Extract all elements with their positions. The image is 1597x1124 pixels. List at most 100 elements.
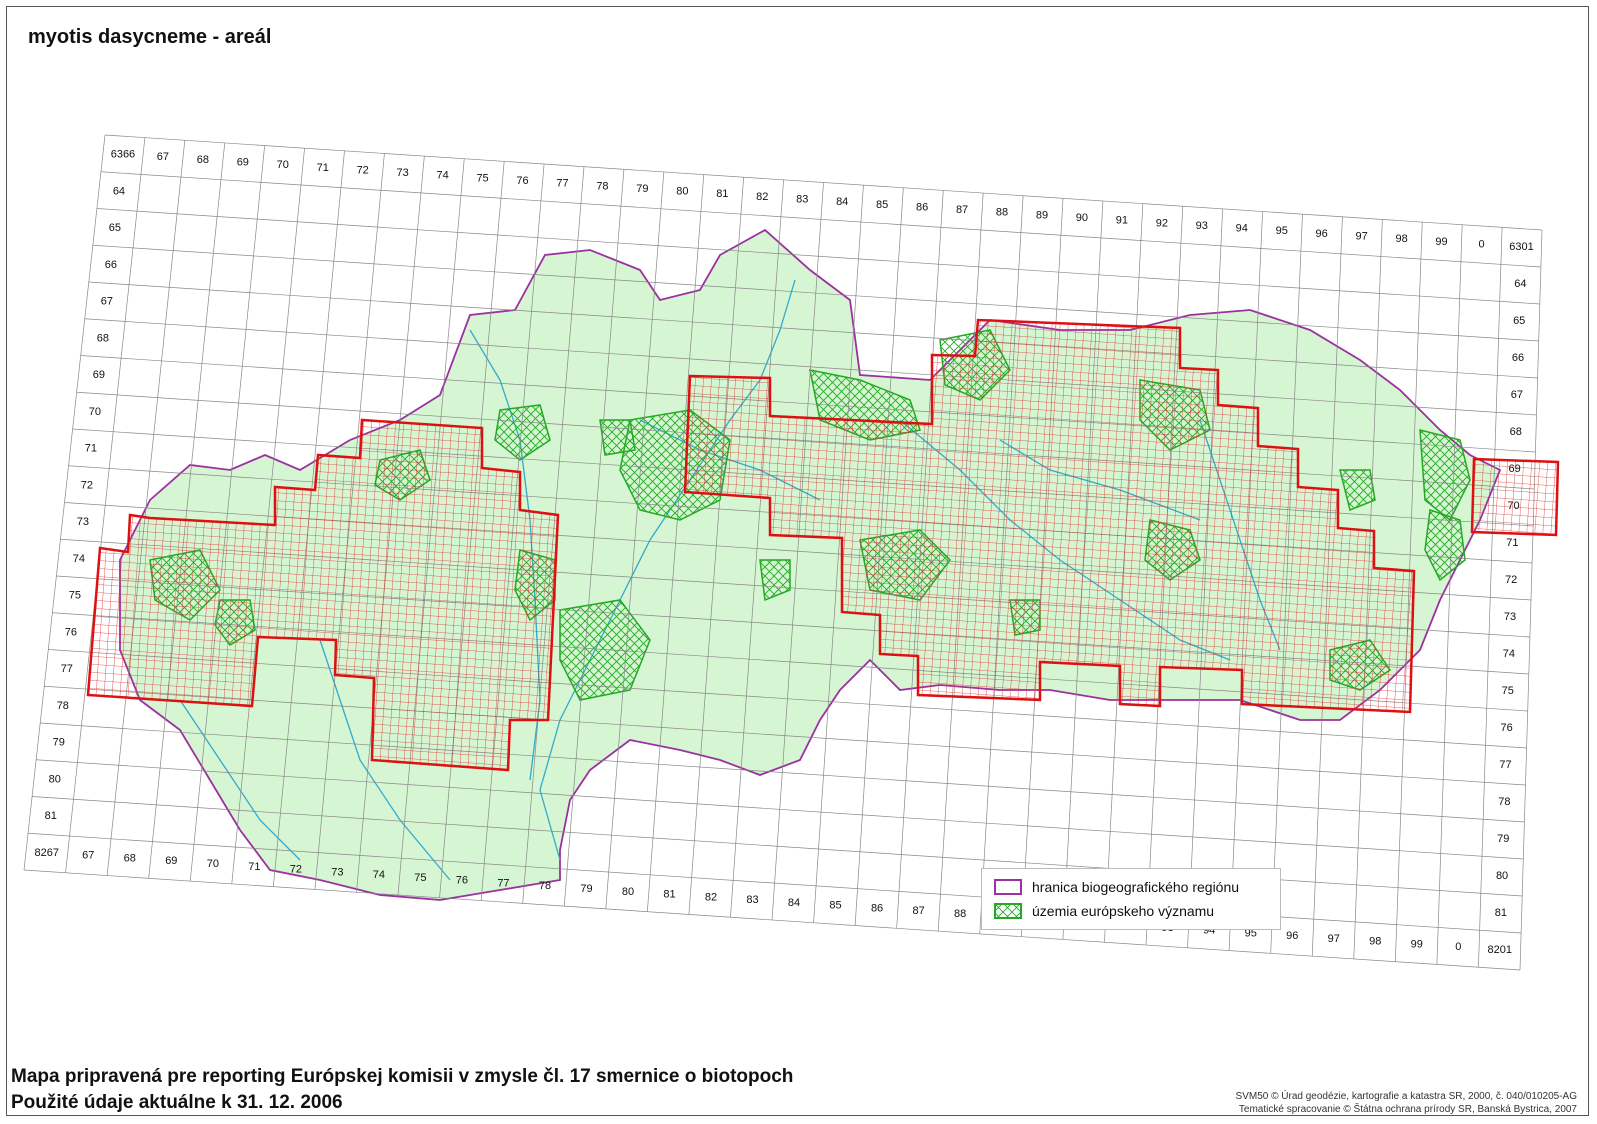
grid-left-label: 64	[113, 185, 125, 197]
grid-bottom-label: 98	[1369, 936, 1381, 948]
grid-top-label: 78	[596, 180, 608, 192]
grid-bottom-label: 0	[1455, 941, 1461, 953]
credit-line-2: Tematické spracovanie © Štátna ochrana p…	[1238, 1104, 1577, 1115]
grid-top-label: 74	[436, 170, 448, 182]
grid-top-label: 88	[996, 207, 1008, 219]
grid-bottom-label: 82	[705, 891, 717, 903]
grid-right-label: 80	[1496, 870, 1508, 882]
grid-right-label: 81	[1495, 907, 1507, 919]
grid-left-label: 70	[89, 406, 101, 418]
grid-top-label: 91	[1116, 215, 1128, 227]
grid-line	[23, 869, 1521, 971]
grid-top-label: 75	[476, 172, 488, 184]
grid-left-label: 71	[85, 443, 97, 455]
grid-left-label: 67	[101, 296, 113, 308]
grid-right-label: 75	[1502, 685, 1514, 697]
grid-top-label: 0	[1478, 238, 1484, 250]
grid-right-label: 74	[1503, 648, 1515, 660]
grid-right-label: 78	[1498, 796, 1510, 808]
grid-top-label: 68	[197, 154, 209, 166]
grid-top-label: 92	[1156, 217, 1168, 229]
grid-top-label: 89	[1036, 209, 1048, 221]
grid-left-label: 74	[73, 553, 85, 565]
grid-top-label: 84	[836, 196, 848, 208]
grid-right-label: 72	[1505, 574, 1517, 586]
grid-top-label: 69	[237, 157, 249, 169]
grid-right-label: 67	[1511, 389, 1523, 401]
grid-bottom-label: 8201	[1488, 944, 1512, 956]
caption-line-1: Mapa pripravená pre reporting Európskej …	[11, 1066, 794, 1087]
grid-right-label: 76	[1501, 722, 1513, 734]
grid-bottom-label: 83	[746, 894, 758, 906]
grid-top-label: 76	[516, 175, 528, 187]
grid-top-label: 95	[1276, 225, 1288, 237]
grid-bottom-label: 74	[373, 869, 385, 881]
grid-top-label: 6301	[1509, 241, 1533, 253]
grid-top-label: 77	[556, 178, 568, 190]
grid-bottom-label: 75	[414, 872, 426, 884]
grid-bottom-label: 68	[124, 852, 136, 864]
grid-right-label: 79	[1497, 833, 1509, 845]
grid-top-label: 79	[636, 183, 648, 195]
grid-left-label: 69	[93, 369, 105, 381]
grid-bottom-label: 97	[1328, 933, 1340, 945]
grid-top-label: 81	[716, 188, 728, 200]
grid-bottom-label: 8267	[35, 847, 59, 859]
grid-top-label: 67	[157, 151, 169, 163]
grid-left-label: 72	[81, 479, 93, 491]
grid-bottom-label: 85	[829, 900, 841, 912]
range-far-east	[1470, 457, 1560, 537]
grid-top-label: 71	[317, 162, 329, 174]
grid-left-label: 65	[109, 222, 121, 234]
grid-top-label: 72	[357, 164, 369, 176]
grid-bottom-label: 69	[165, 855, 177, 867]
grid-left-label: 76	[65, 626, 77, 638]
grid-bottom-label: 77	[497, 877, 509, 889]
map-canvas[interactable]: 6366 67 68 69 70 71 72 73 74 75 76 77 78 79 80 81 82 83 84…	[0, 0, 1597, 1124]
legend-label: hranica biogeografického regiónu	[1032, 879, 1240, 895]
grid-top-label: 86	[916, 201, 928, 213]
grid-left-label: 73	[77, 516, 89, 528]
grid-bottom-label: 79	[580, 883, 592, 895]
grid-line	[104, 134, 1543, 231]
grid-top-label: 70	[277, 159, 289, 171]
grid-bottom-label: 67	[82, 850, 94, 862]
grid-bottom-label: 86	[871, 902, 883, 914]
grid-left-label: 79	[53, 737, 65, 749]
hatched-site-swatch	[994, 903, 1022, 919]
grid-left-label: 68	[97, 332, 109, 344]
grid-right-label: 64	[1514, 278, 1526, 290]
grid-top-label: 97	[1356, 231, 1368, 243]
caption-line-2: Použité údaje aktuálne k 31. 12. 2006	[11, 1092, 343, 1113]
grid-right-label: 65	[1513, 315, 1525, 327]
grid-bottom-label: 81	[663, 889, 675, 901]
grid-top-label: 82	[756, 191, 768, 203]
region-boundary-swatch	[994, 879, 1022, 895]
grid-left-label: 80	[49, 773, 61, 785]
grid-top-label: 80	[676, 186, 688, 198]
grid-right-label: 77	[1499, 759, 1511, 771]
grid-left-label: 78	[57, 700, 69, 712]
legend-label: územia európskeho významu	[1032, 903, 1215, 919]
grid-top-label: 99	[1435, 236, 1447, 248]
grid-top-label: 87	[956, 204, 968, 216]
grid-bottom-label: 73	[331, 866, 343, 878]
grid-top-label: 90	[1076, 212, 1088, 224]
grid-bottom-label: 99	[1411, 938, 1423, 950]
grid-line	[100, 171, 1541, 268]
grid-bottom-label: 76	[456, 875, 468, 887]
grid-top-label: 83	[796, 194, 808, 206]
grid-bottom-label: 88	[954, 908, 966, 920]
grid-bottom-label: 96	[1286, 930, 1298, 942]
grid-bottom-label: 71	[248, 861, 260, 873]
grid-top-label: 85	[876, 199, 888, 211]
grid-left-label: 75	[69, 590, 81, 602]
grid-bottom-label: 84	[788, 897, 800, 909]
grid-right-label: 66	[1512, 352, 1524, 364]
grid-bottom-label: 78	[539, 880, 551, 892]
grid-left-label: 77	[61, 663, 73, 675]
credit-line-1: SVM50 © Úrad geodézie, kartografie a kat…	[1235, 1091, 1577, 1102]
grid-line	[28, 832, 1522, 934]
grid-top-label: 96	[1316, 228, 1328, 240]
legend-item-region-boundary: hranica biogeografického regiónu	[994, 878, 1239, 896]
